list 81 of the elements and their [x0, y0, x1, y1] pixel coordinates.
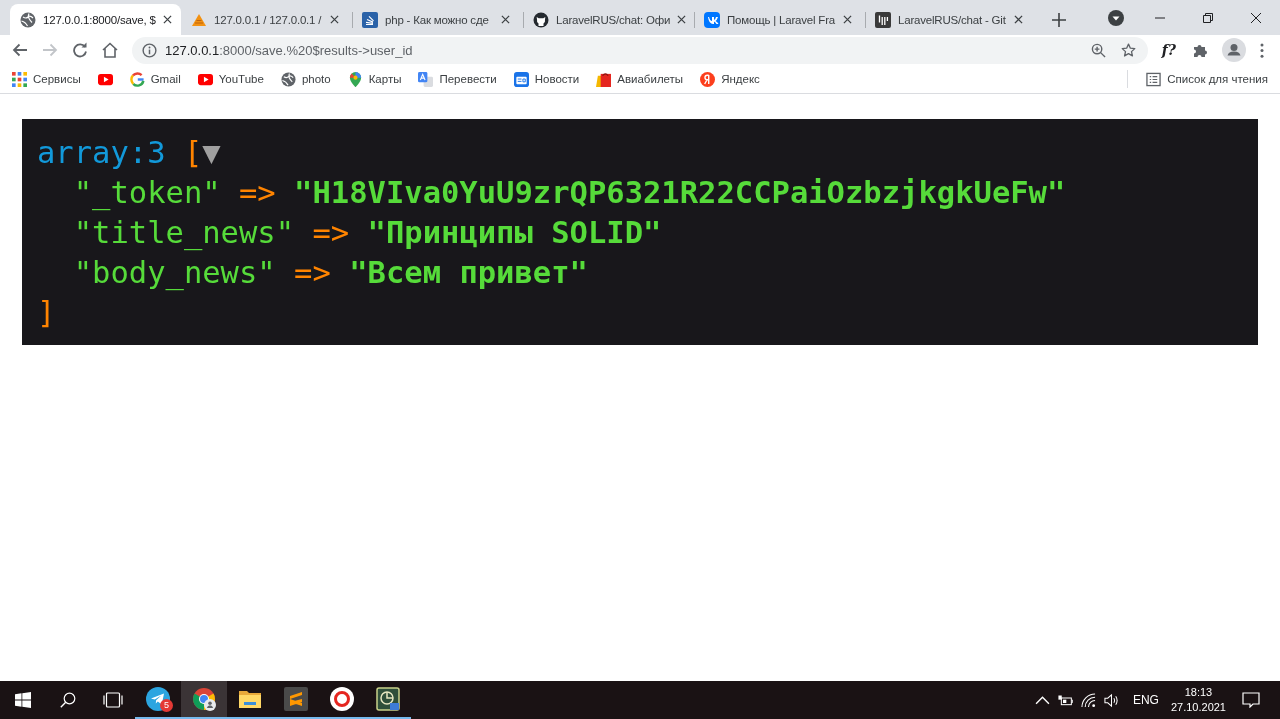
home-icon[interactable] [102, 42, 118, 58]
bookmark-link[interactable]: photo [301, 73, 331, 85]
dump-bracket: [ [183, 135, 203, 170]
g-icon [129, 71, 145, 87]
bars-icon [875, 11, 891, 28]
message-icon[interactable] [1242, 692, 1260, 708]
dump-type: array:3 [37, 135, 166, 170]
browser-tab[interactable]: LaravelRUS/chat: Офи [523, 4, 694, 35]
clock-time[interactable]: 18:13 [1184, 685, 1213, 700]
browser-tab[interactable]: php - Как можно сде [352, 4, 523, 35]
translate-icon [418, 71, 434, 87]
browser-icon [192, 687, 216, 711]
close-icon[interactable] [162, 15, 172, 24]
globe-icon [280, 71, 296, 87]
close-icon[interactable] [330, 15, 339, 24]
wifi-icon[interactable] [1080, 692, 1096, 708]
taskbar-app-button[interactable] [181, 681, 227, 719]
close-icon[interactable] [501, 15, 510, 24]
zoom-icon[interactable] [1090, 42, 1106, 58]
dump-bracket: ] [37, 295, 56, 330]
stripes-icon [284, 687, 308, 711]
back-arrow-icon[interactable] [12, 42, 28, 58]
search-icon[interactable] [59, 692, 76, 708]
start-icon[interactable] [14, 692, 31, 708]
star-icon[interactable] [1120, 42, 1136, 58]
dump-key: "title_news" [73, 215, 295, 250]
caret-circle-icon[interactable] [1108, 9, 1124, 26]
browser-tab[interactable]: Помощь | Laravel Fra [694, 4, 865, 35]
bookmark-link[interactable]: Gmail [150, 73, 181, 85]
play-icon [197, 71, 213, 87]
bookmark-link[interactable]: Сервисы [33, 73, 81, 85]
unread-badge: 5 [160, 699, 173, 712]
globe-icon [20, 11, 36, 28]
grid-icon [12, 71, 27, 87]
dump-key: "_token" [73, 175, 221, 210]
dump-arrow: => [312, 215, 350, 250]
close-icon[interactable] [677, 15, 687, 24]
restore-icon[interactable] [1203, 12, 1213, 23]
browser-tab[interactable]: LaravelRUS/chat - Git [865, 4, 1036, 35]
list-icon[interactable] [1146, 71, 1162, 87]
dump-value: "H18VIva0YuU9zrQP6321R22CCPaiOzbzjkgkUeFw" [294, 175, 1066, 210]
bag-icon [596, 71, 612, 87]
cat-icon [533, 11, 549, 28]
reload-icon[interactable] [72, 42, 88, 58]
close-icon[interactable] [843, 15, 852, 24]
bookmark-link[interactable]: Карты [368, 73, 402, 85]
avatar-icon[interactable] [1222, 38, 1246, 62]
puzzle-icon[interactable] [1192, 42, 1208, 58]
menu-icon[interactable] [1260, 42, 1264, 58]
language-indicator[interactable]: ENG [1132, 693, 1159, 707]
stack-icon [362, 11, 378, 28]
dump-value: "Принципы SOLID" [367, 215, 662, 250]
newspaper-icon [513, 71, 529, 87]
circle-logo-icon [700, 71, 716, 87]
plus-icon[interactable] [1052, 12, 1066, 27]
bookmark-link[interactable]: Новости [534, 73, 580, 85]
close-icon[interactable] [1014, 15, 1023, 24]
bookmark-link[interactable]: YouTube [218, 73, 264, 85]
volume-icon[interactable] [1103, 692, 1119, 708]
address-field[interactable]: 127.0.0.1:8000/save.%20$results->user_id [132, 36, 1148, 64]
collapse-toggle[interactable]: ▼ [202, 135, 221, 170]
browser-tab[interactable]: 127.0.0.1:8000/save, $ [10, 4, 181, 35]
map-pin-icon [347, 71, 363, 87]
clock-date[interactable]: 27.10.2021 [1170, 700, 1226, 715]
play-icon[interactable] [97, 71, 113, 87]
round-logo-icon [330, 687, 354, 711]
bookmark-link[interactable]: Авиабилеты [617, 73, 684, 85]
dump-arrow: => [239, 175, 276, 210]
extension-button[interactable]: f? [1161, 42, 1176, 58]
close-icon[interactable] [1251, 12, 1261, 23]
square-logo-icon [704, 11, 720, 28]
reading-list-link[interactable]: Список для чтения [1167, 73, 1268, 85]
task-view-icon[interactable] [102, 692, 123, 708]
dump-key: "body_news" [73, 255, 276, 290]
chart-window-icon [376, 687, 400, 711]
dump-arrow: => [294, 255, 331, 290]
dump-value: "Всем привет" [349, 255, 588, 290]
info-icon[interactable] [142, 42, 157, 58]
bookmark-link[interactable]: Яндекс [721, 73, 760, 85]
browser-tab[interactable]: 127.0.0.1 / 127.0.0.1 / [181, 4, 352, 35]
bookmark-link[interactable]: Перевести [439, 73, 497, 85]
